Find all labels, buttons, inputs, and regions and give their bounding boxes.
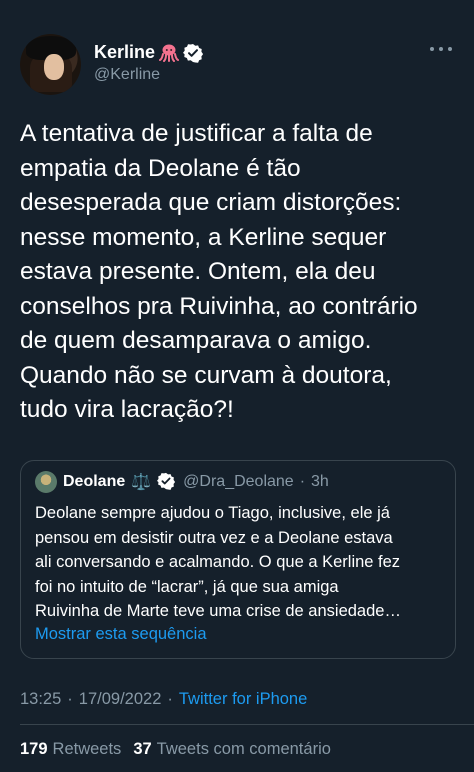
verified-badge-icon: [157, 472, 177, 492]
separator-dot: ·: [67, 690, 73, 708]
quote-tweets-stat[interactable]: 37 Tweets com comentário: [133, 740, 331, 759]
quotes-label: Tweets com comentário: [156, 740, 331, 758]
tweet-time[interactable]: 13:25: [20, 690, 61, 709]
quoted-author-avatar: [35, 471, 57, 493]
octopus-icon: [159, 43, 180, 63]
quoted-tweet-time: 3h: [311, 473, 329, 490]
dot: [448, 47, 452, 51]
verified-badge-icon: [183, 43, 204, 63]
separator-dot: ·: [299, 473, 306, 490]
author-avatar[interactable]: [20, 34, 81, 95]
separator-dot: ·: [167, 690, 173, 708]
retweets-stat[interactable]: 179 Retweets: [20, 740, 121, 759]
author-handle[interactable]: @Kerline: [94, 66, 160, 84]
quoted-tweet-header: Deolane ⚖️ @Dra_Deolane · 3h: [35, 471, 329, 493]
show-thread-link[interactable]: Mostrar esta sequência: [35, 625, 207, 644]
author-name[interactable]: Kerline: [94, 42, 155, 63]
dot: [430, 47, 434, 51]
engagement-stats: 179 Retweets 37 Tweets com comentário: [20, 740, 335, 759]
quoted-tweet-text: Deolane sempre ajudou o Tiago, inclusive…: [35, 504, 401, 620]
tweet-source-link[interactable]: Twitter for iPhone: [179, 690, 307, 709]
tweet-date[interactable]: 17/09/2022: [79, 690, 162, 709]
quoted-author-name: Deolane: [63, 473, 126, 490]
tweet-text: A tentativa de justificar a falta de emp…: [20, 120, 418, 423]
scales-icon: ⚖️: [131, 474, 152, 491]
tweet-meta: 13:25 · 17/09/2022 · Twitter for iPhone: [20, 690, 307, 709]
quotes-count: 37: [133, 740, 152, 758]
retweets-count: 179: [20, 740, 48, 758]
quoted-author-handle: @Dra_Deolane: [183, 473, 294, 490]
avatar-face: [44, 54, 64, 80]
author-name-row[interactable]: Kerline: [94, 42, 204, 63]
quoted-tweet[interactable]: Deolane ⚖️ @Dra_Deolane · 3h Deolane sem…: [20, 460, 456, 659]
retweets-label: Retweets: [52, 740, 122, 758]
divider: [20, 724, 474, 725]
dot: [439, 47, 443, 51]
more-options-icon[interactable]: [430, 40, 452, 58]
